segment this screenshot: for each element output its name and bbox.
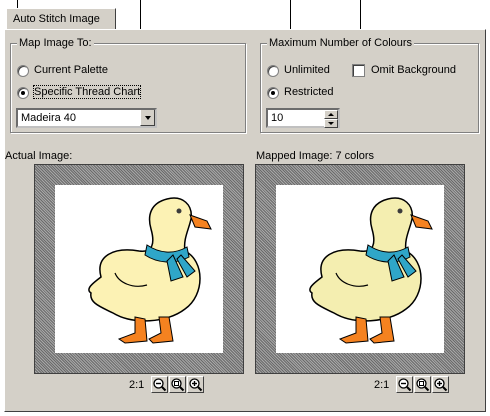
colour-count-value: 10 <box>271 112 284 124</box>
thread-chart-select[interactable]: Madeira 40 <box>16 108 157 128</box>
max-colours-group: Maximum Number of Colours Unlimited Omit… <box>260 37 479 133</box>
duck-image <box>88 197 212 344</box>
chevron-down-icon <box>145 116 151 120</box>
spin-up-button[interactable] <box>324 110 338 119</box>
actual-zoom-out-button[interactable] <box>151 376 168 393</box>
actual-zoom-in-button[interactable] <box>187 376 204 393</box>
restricted-radio[interactable] <box>267 87 279 99</box>
map-image-group: Map Image To: Current Palette Specific T… <box>10 37 246 133</box>
current-palette-label[interactable]: Current Palette <box>34 64 108 76</box>
omit-background-label[interactable]: Omit Background <box>371 64 456 76</box>
tab-page: Map Image To: Current Palette Specific T… <box>4 29 486 412</box>
mapped-zoom-ratio: 2:1 <box>374 379 390 391</box>
tab-label: Auto Stitch Image <box>13 13 100 25</box>
omit-background-checkbox[interactable] <box>352 64 365 77</box>
max-colours-group-title: Maximum Number of Colours <box>267 37 415 49</box>
thread-chart-value: Madeira 40 <box>21 112 77 124</box>
actual-zoom-ratio: 2:1 <box>129 379 145 391</box>
mapped-zoom-in-button[interactable] <box>432 376 449 393</box>
mapped-zoom-out-button[interactable] <box>396 376 413 393</box>
restricted-label[interactable]: Restricted <box>284 86 334 98</box>
unlimited-radio[interactable] <box>267 65 279 77</box>
duck-mapped-image <box>309 197 433 344</box>
spin-down-button[interactable] <box>324 119 338 128</box>
mapped-image-canvas <box>276 185 444 353</box>
map-image-group-title: Map Image To: <box>17 37 94 49</box>
arrow-up-icon <box>328 113 334 116</box>
tab-auto-stitch-image[interactable]: Auto Stitch Image <box>6 8 116 30</box>
colour-count-spinner[interactable]: 10 <box>266 108 340 128</box>
mapped-image-label: Mapped Image: 7 colors <box>256 150 375 162</box>
actual-image-canvas <box>55 185 223 353</box>
thread-chart-dropdown-button[interactable] <box>140 110 155 126</box>
mapped-zoom-fit-button[interactable] <box>414 376 431 393</box>
mapped-image-frame <box>255 164 465 374</box>
unlimited-label[interactable]: Unlimited <box>284 64 330 76</box>
actual-image-label: Actual Image: <box>5 150 73 162</box>
current-palette-radio[interactable] <box>17 65 29 77</box>
arrow-down-icon <box>328 122 334 125</box>
actual-zoom-fit-button[interactable] <box>169 376 186 393</box>
actual-image-frame <box>34 164 244 374</box>
specific-thread-chart-radio[interactable] <box>17 87 29 99</box>
specific-thread-chart-label[interactable]: Specific Thread Chart <box>32 85 142 99</box>
